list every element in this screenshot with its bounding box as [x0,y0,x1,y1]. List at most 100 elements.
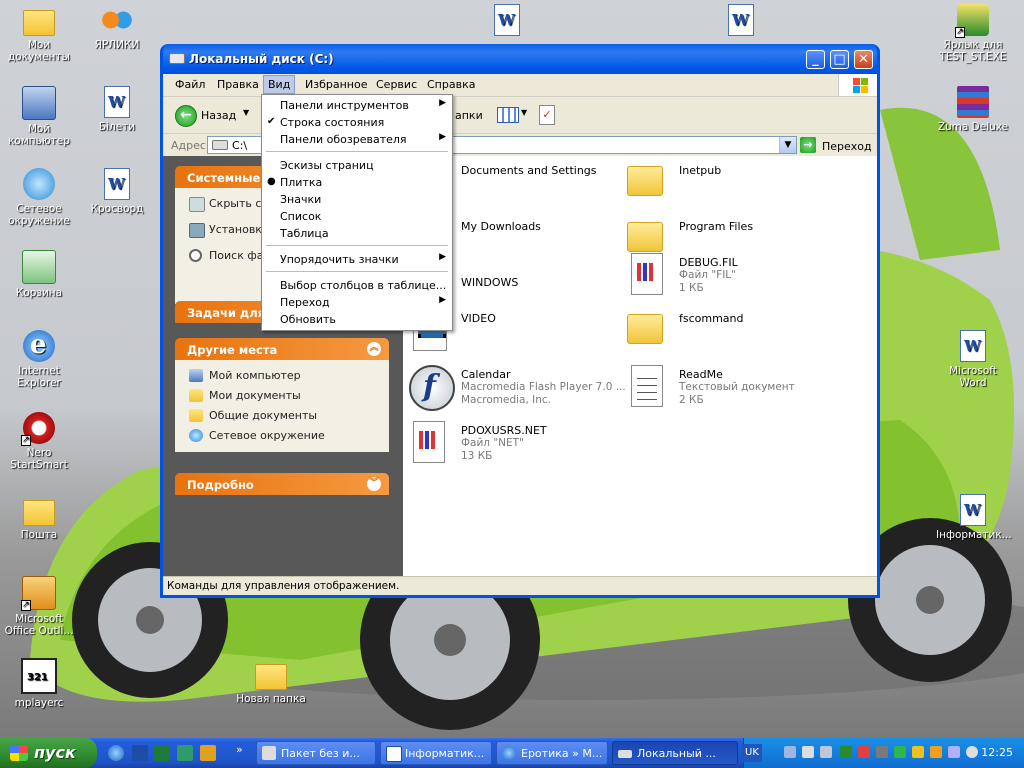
tray-icon[interactable] [876,746,888,758]
go-arrow-icon[interactable]: → [800,137,816,153]
back-arrow-icon[interactable]: ← [175,105,197,127]
menu-tools[interactable]: Сервис [372,78,421,91]
expand-chevron-icon[interactable]: ︾ [367,477,381,491]
menu-help[interactable]: Справка [423,78,479,91]
menu-item-thumbnails[interactable]: Эскизы страниц [262,157,452,174]
search-icon [189,249,202,262]
ie-icon[interactable]: Internet Explorer [2,330,76,389]
maximize-button[interactable]: □ [830,50,849,69]
word-quicklaunch-icon[interactable] [132,745,148,761]
other-places-header[interactable]: Другие места ︽ [175,338,389,360]
menu-item-details[interactable]: Таблица [262,225,452,242]
menu-view[interactable]: Вид [263,75,296,94]
menu-item-choose-columns[interactable]: Выбор столбцов в таблице... [262,277,452,294]
views-dropdown-icon[interactable]: ▼ [521,108,527,117]
taskbar: пуск » Пакет без и... Інформатик... Ерот… [0,738,1024,768]
go-button-label[interactable]: Переход [822,140,872,153]
file-tile[interactable]: Inetpub [621,156,841,206]
menu-favorites[interactable]: Избранное [301,78,371,91]
pochta-icon[interactable]: Пошта [2,494,76,541]
bileti-icon[interactable]: Білети [80,86,154,133]
app-quicklaunch-icon[interactable] [177,745,193,761]
tray-icon[interactable] [948,746,960,758]
folder-icon [627,166,663,196]
file-tile[interactable]: DEBUG.FIL Файл "FIL" 1 КБ [621,248,841,298]
tray-icon[interactable] [820,746,832,758]
language-indicator[interactable]: UK [742,744,762,762]
check-icon: ✔ [267,116,276,127]
menu-item-icons[interactable]: Значки [262,191,452,208]
informatik-icon[interactable]: Інформатик... [936,494,1012,541]
title-bar[interactable]: Локальный диск (C:) _ □ ✕ [163,44,877,74]
tray-icon[interactable] [930,746,942,758]
start-button[interactable]: пуск [0,738,97,768]
excel-quicklaunch-icon[interactable] [154,745,170,761]
nero-icon[interactable]: Nero StartSmart [2,412,76,471]
back-button-label[interactable]: Назад [201,109,236,122]
network-icon[interactable]: Сетевое окружение [2,168,76,227]
quicklaunch-more-icon[interactable]: » [236,743,243,756]
tray-icon[interactable] [894,746,906,758]
ie-quicklaunch-icon[interactable] [108,745,124,761]
menu-item-explorer-bars[interactable]: Панели обозревателя ▶ [262,131,452,148]
views-icon[interactable] [497,107,519,123]
collapse-chevron-icon[interactable]: ︽ [367,342,381,356]
place-shared-documents[interactable]: Общие документы [185,406,379,426]
taskbar-task[interactable]: Еротика » М... [496,741,608,765]
text-file-icon [631,365,663,407]
recycle-bin-icon[interactable]: Корзина [2,250,76,299]
status-text: Команды для управления отображением. [167,580,400,592]
place-network[interactable]: Сетевое окружение [185,426,379,446]
menu-separator [266,271,448,272]
file-tile[interactable]: fscommand [621,304,841,354]
file-tile[interactable]: PDOXUSRS.NET Файл "NET" 13 КБ [403,416,623,466]
new-folder-icon[interactable]: Новая папка [234,658,308,705]
windows-logo-icon [838,74,877,96]
address-dropdown-icon[interactable]: ▼ [779,137,796,153]
menu-item-arrange-icons[interactable]: Упорядочить значки ▶ [262,251,452,268]
folders-button-label[interactable]: апки [455,109,483,122]
test-st-exe-icon[interactable]: Ярлык для TEST_ST.EXE [936,4,1010,63]
file-view: Documents and Settings Inetpub My Downlo… [403,156,877,577]
file-tile[interactable]: ReadMe Текстовый документ 2 КБ [621,360,841,410]
taskbar-task[interactable]: Пакет без и... [256,741,376,765]
tray-icon[interactable] [840,746,852,758]
zuma-icon[interactable]: Zuma Deluxe [936,86,1010,133]
close-button[interactable]: ✕ [854,50,873,69]
shortcuts-icon[interactable]: ЯРЛИКИ [80,4,154,51]
word-doc-icon[interactable] [470,4,544,39]
mplayerc-icon[interactable]: mplayerc [2,658,76,709]
system-tray: UK 12:25 [742,738,1024,768]
crossword-icon[interactable]: Кросворд [80,168,154,215]
place-my-computer[interactable]: Мой компьютер [185,366,379,386]
details-header[interactable]: Подробно ︾ [175,473,389,495]
menu-item-tiles[interactable]: ● Плитка [262,174,452,191]
taskbar-task[interactable]: Інформатик... [380,741,492,765]
checklist-icon[interactable]: ✓ [539,105,555,125]
tray-icon[interactable] [858,746,870,758]
minimize-button[interactable]: _ [806,50,825,69]
menu-edit[interactable]: Правка [213,78,263,91]
back-dropdown-icon[interactable]: ▼ [243,108,249,117]
view-menu-dropdown: Панели инструментов ▶ ✔ Строка состояния П… [261,94,453,331]
my-computer-icon[interactable]: Мой компьютер [2,86,76,147]
app-quicklaunch-icon[interactable] [200,745,216,761]
ms-word-icon[interactable]: Microsoft Word [936,330,1010,389]
menu-item-status-bar[interactable]: ✔ Строка состояния [262,114,452,131]
menu-file[interactable]: Файл [171,78,209,91]
taskbar-task-active[interactable]: Локальный ... [612,741,738,765]
outlook-icon[interactable]: Microsoft Office Outli... [2,576,76,637]
tray-icon[interactable] [966,746,978,758]
menu-item-go-to[interactable]: Переход ▶ [262,294,452,311]
my-documents-icon[interactable]: Мои документы [2,4,76,63]
menu-item-list[interactable]: Список [262,208,452,225]
place-my-documents[interactable]: Мои документы [185,386,379,406]
word-doc-icon[interactable] [704,4,778,39]
menu-item-refresh[interactable]: Обновить [262,311,452,328]
tray-icon[interactable] [784,746,796,758]
tray-icon[interactable] [912,746,924,758]
tray-icon[interactable] [802,746,814,758]
menu-item-toolbars[interactable]: Панели инструментов ▶ [262,97,452,114]
file-tile[interactable]: Calendar Macromedia Flash Player 7.0 ...… [403,360,626,411]
drive-icon [169,53,185,64]
